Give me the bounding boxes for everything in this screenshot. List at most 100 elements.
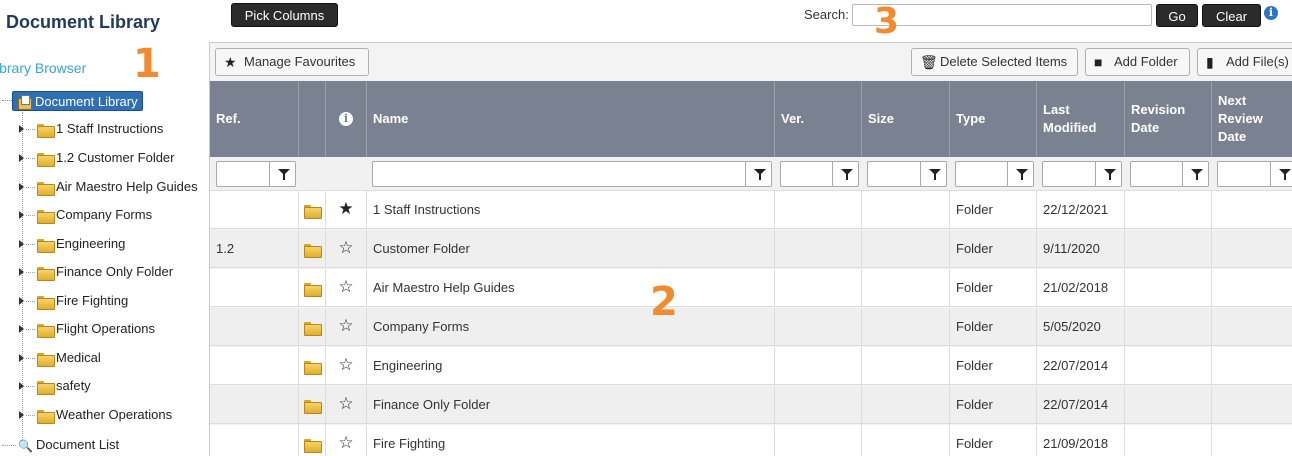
- cell-name[interactable]: Engineering: [367, 347, 775, 385]
- tree-item[interactable]: Company Forms: [0, 204, 210, 228]
- table-row[interactable]: ☆ Finance Only Folder Folder 22/07/2014: [210, 386, 1292, 424]
- filter-button[interactable]: [1270, 162, 1292, 186]
- pick-columns-button[interactable]: Pick Columns: [231, 3, 338, 27]
- expand-arrow-icon[interactable]: [19, 240, 24, 248]
- tree-item[interactable]: Air Maestro Help Guides: [0, 176, 210, 200]
- filter-name[interactable]: [372, 161, 772, 187]
- tree-root-selected[interactable]: Document Library: [12, 91, 143, 111]
- expand-arrow-icon[interactable]: [19, 382, 24, 390]
- cell-name[interactable]: Fire Fighting: [367, 425, 775, 456]
- funnel-icon: [929, 169, 941, 180]
- filter-size[interactable]: [867, 161, 947, 187]
- tree-item-document-list[interactable]: 🔍 Document List: [0, 436, 210, 456]
- cell-icon: [299, 269, 326, 307]
- expand-arrow-icon[interactable]: [19, 354, 24, 362]
- column-header-last-modified[interactable]: Last Modified: [1037, 81, 1125, 157]
- go-button[interactable]: Go: [1156, 4, 1198, 27]
- column-header-type[interactable]: Type: [950, 81, 1037, 157]
- tree-item[interactable]: Fire Fighting: [0, 290, 210, 314]
- tree-item[interactable]: 1.2 Customer Folder: [0, 147, 210, 171]
- tree-item[interactable]: Flight Operations: [0, 318, 210, 342]
- tree-item[interactable]: Weather Operations: [0, 404, 210, 428]
- favourite-star-icon[interactable]: ☆: [326, 347, 367, 385]
- manage-favourites-button[interactable]: ★ Manage Favourites: [215, 48, 369, 76]
- tree-item[interactable]: safety: [0, 375, 210, 399]
- add-folder-button[interactable]: ■ Add Folder: [1085, 48, 1190, 76]
- cell-version: [775, 347, 862, 385]
- table-row[interactable]: ☆ Company Forms Folder 5/05/2020: [210, 308, 1292, 346]
- annotation-1: 1: [133, 41, 161, 87]
- tree-item-label: Fire Fighting: [56, 293, 129, 308]
- expand-arrow-icon[interactable]: [19, 125, 24, 133]
- filter-revision-date[interactable]: [1130, 161, 1209, 187]
- expand-arrow-icon[interactable]: [19, 411, 24, 419]
- library-browser-link[interactable]: ibrary Browser: [0, 60, 86, 76]
- filter-next-review-date[interactable]: [1217, 161, 1292, 187]
- table-row[interactable]: ☆ Fire Fighting Folder 21/09/2018: [210, 425, 1292, 456]
- table-row[interactable]: ☆ Engineering Folder 22/07/2014: [210, 347, 1292, 385]
- favourite-star-icon[interactable]: ☆: [326, 269, 367, 307]
- expand-arrow-icon[interactable]: [19, 154, 24, 162]
- filter-button[interactable]: [1182, 162, 1208, 186]
- trash-icon: 🗑: [920, 54, 938, 70]
- clear-button[interactable]: Clear: [1202, 4, 1261, 27]
- expand-arrow-icon[interactable]: [19, 268, 24, 276]
- favourite-star-icon[interactable]: ☆: [326, 308, 367, 346]
- tree-item[interactable]: Engineering: [0, 233, 210, 257]
- folder-icon: [37, 124, 55, 138]
- folder-icon: [37, 182, 55, 196]
- cell-next-review-date: [1212, 347, 1292, 385]
- favourite-star-icon[interactable]: ☆: [326, 425, 367, 456]
- filter-button[interactable]: [832, 162, 858, 186]
- cell-name[interactable]: Air Maestro Help Guides: [367, 269, 775, 307]
- cell-name[interactable]: Company Forms: [367, 308, 775, 346]
- cell-last-modified: 9/11/2020: [1037, 230, 1125, 268]
- column-header-name[interactable]: Name: [367, 81, 775, 157]
- table-row[interactable]: ☆ Air Maestro Help Guides Folder 21/02/2…: [210, 269, 1292, 307]
- cell-revision-date: [1125, 230, 1212, 268]
- favourite-star-icon[interactable]: ☆: [326, 230, 367, 268]
- cell-next-review-date: [1212, 230, 1292, 268]
- cell-name[interactable]: Customer Folder: [367, 230, 775, 268]
- filter-button[interactable]: [1007, 162, 1033, 186]
- cell-size: [862, 308, 950, 346]
- cell-revision-date: [1125, 269, 1212, 307]
- tree-item[interactable]: Finance Only Folder: [0, 261, 210, 285]
- expand-arrow-icon[interactable]: [19, 211, 24, 219]
- column-header-ref[interactable]: Ref.: [210, 81, 299, 157]
- column-header-revision-date[interactable]: Revision Date: [1125, 81, 1212, 157]
- favourite-star-icon[interactable]: ☆: [326, 386, 367, 424]
- info-icon[interactable]: i: [1264, 6, 1278, 20]
- table-row[interactable]: ★ 1 Staff Instructions Folder 22/12/2021: [210, 191, 1292, 229]
- tree-root-document-library[interactable]: Document Library: [0, 90, 210, 112]
- filter-ref[interactable]: [216, 161, 296, 187]
- annotation-2: 2: [650, 279, 678, 325]
- cell-next-review-date: [1212, 308, 1292, 346]
- add-files-button[interactable]: ▮ Add File(s): [1197, 48, 1292, 76]
- cell-size: [862, 347, 950, 385]
- filter-last-modified[interactable]: [1042, 161, 1122, 187]
- filter-button[interactable]: [269, 162, 295, 186]
- filter-button[interactable]: [1095, 162, 1121, 186]
- column-header-size[interactable]: Size: [862, 81, 950, 157]
- cell-version: [775, 386, 862, 424]
- tree-item[interactable]: Medical: [0, 347, 210, 371]
- column-header-next-review-date[interactable]: Next Review Date: [1212, 81, 1292, 157]
- expand-arrow-icon[interactable]: [19, 183, 24, 191]
- filter-button[interactable]: [920, 162, 946, 186]
- column-header-version[interactable]: Ver.: [775, 81, 862, 157]
- folder-icon: [304, 400, 322, 414]
- table-row[interactable]: 1.2 ☆ Customer Folder Folder 9/11/2020: [210, 230, 1292, 268]
- expand-arrow-icon[interactable]: [19, 325, 24, 333]
- tree-item[interactable]: 1 Staff Instructions: [0, 118, 210, 142]
- column-header-info[interactable]: i: [326, 81, 367, 157]
- filter-button[interactable]: [745, 162, 771, 186]
- filter-version[interactable]: [780, 161, 859, 187]
- expand-arrow-icon[interactable]: [19, 297, 24, 305]
- cell-name[interactable]: Finance Only Folder: [367, 386, 775, 424]
- cell-name[interactable]: 1 Staff Instructions: [367, 191, 775, 229]
- filter-type[interactable]: [955, 161, 1034, 187]
- cell-last-modified: 5/05/2020: [1037, 308, 1125, 346]
- favourite-star-icon[interactable]: ★: [326, 191, 367, 229]
- delete-selected-button[interactable]: 🗑 Delete Selected Items: [911, 48, 1078, 76]
